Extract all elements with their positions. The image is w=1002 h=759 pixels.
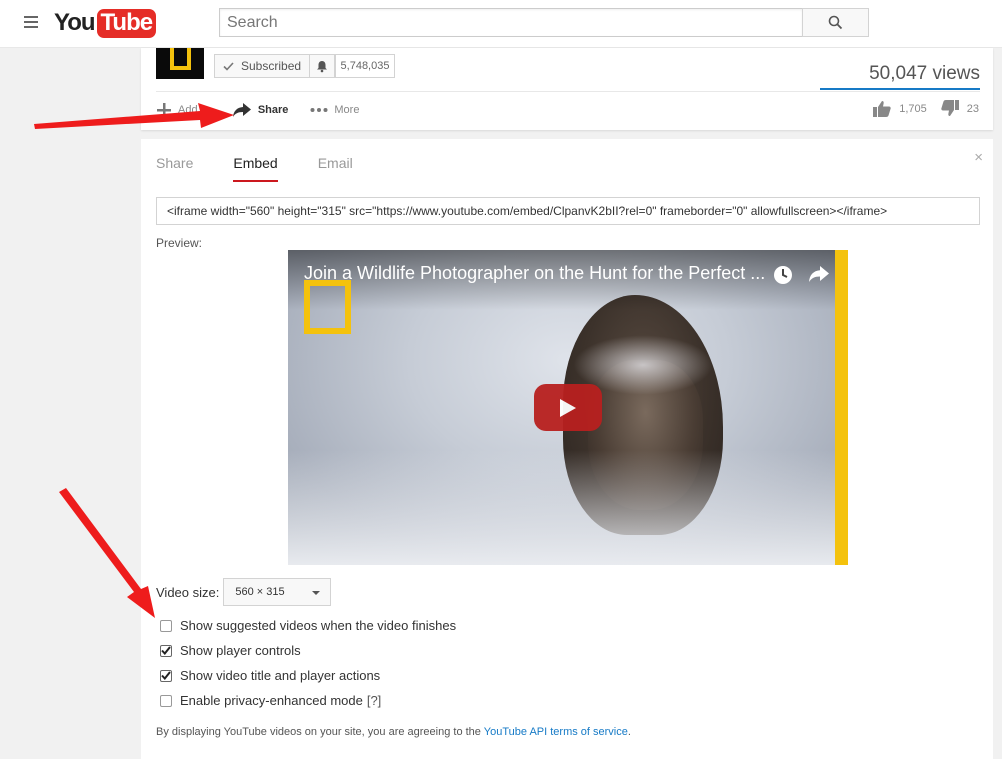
tab-embed[interactable]: Embed — [233, 155, 279, 182]
checkbox[interactable] — [160, 619, 172, 632]
search-input[interactable] — [220, 9, 802, 36]
option-label: Enable privacy-enhanced mode — [180, 693, 363, 708]
video-size-select[interactable]: 560 × 315 — [223, 578, 332, 606]
option-privacy-mode[interactable]: Enable privacy-enhanced mode [?] — [160, 693, 381, 708]
channel-avatar[interactable] — [156, 48, 204, 79]
more-button[interactable]: More — [310, 104, 359, 116]
help-link[interactable]: [?] — [367, 693, 381, 708]
dislike-count: 23 — [966, 102, 979, 115]
share-arrow-icon[interactable] — [808, 264, 830, 284]
api-terms-link[interactable]: YouTube API terms of service — [484, 726, 628, 738]
add-to-button[interactable]: Add to — [156, 102, 210, 118]
checkbox[interactable] — [160, 694, 172, 707]
checkmark-icon — [161, 646, 171, 655]
video-preview-player[interactable]: Join a Wildlife Photographer on the Hunt… — [288, 250, 848, 565]
video-size-row: Video size: 560 × 315 — [156, 578, 332, 606]
logo-text-you: You — [54, 9, 96, 36]
subscribed-button[interactable]: Subscribed — [214, 54, 310, 78]
check-icon — [223, 61, 234, 71]
checkbox[interactable] — [160, 669, 172, 682]
checkmark-icon — [161, 671, 171, 680]
embed-code-field[interactable]: <iframe width="560" height="315" src="ht… — [156, 197, 980, 225]
natgeo-border — [835, 250, 848, 565]
search-icon — [828, 15, 843, 30]
video-size-value: 560 × 315 — [235, 586, 285, 598]
search-box — [219, 8, 803, 37]
tab-email[interactable]: Email — [318, 155, 353, 182]
like-button[interactable]: 1,705 — [873, 100, 927, 117]
subscriber-count: 5,748,035 — [335, 54, 395, 78]
option-title-actions[interactable]: Show video title and player actions — [160, 668, 380, 683]
terms-text: By displaying YouTube videos on your sit… — [156, 726, 481, 738]
logo-text-tube: Tube — [96, 8, 157, 38]
option-label: Show video title and player actions — [180, 668, 381, 683]
more-label: More — [334, 104, 360, 116]
more-dots-icon — [310, 108, 328, 112]
thumbs-down-icon — [941, 100, 959, 116]
close-icon[interactable]: × — [974, 149, 983, 166]
player-title[interactable]: Join a Wildlife Photographer on the Hunt… — [304, 263, 765, 284]
notification-bell-button[interactable] — [309, 54, 335, 78]
play-icon — [560, 398, 576, 417]
chevron-down-icon — [312, 591, 321, 595]
thumbs-up-icon — [873, 101, 891, 117]
share-tabs: Share Embed Email — [156, 155, 393, 182]
natgeo-logo — [304, 280, 351, 334]
add-to-label: Add to — [178, 104, 210, 116]
watch-later-icon[interactable] — [772, 264, 794, 286]
play-button[interactable] — [534, 384, 602, 431]
video-size-label: Video size: — [156, 584, 220, 600]
terms-end: . — [627, 726, 631, 738]
action-bar: Add to Share More — [156, 100, 381, 120]
bell-icon — [317, 60, 327, 72]
option-player-controls[interactable]: Show player controls — [160, 643, 301, 658]
option-label: Show player controls — [180, 643, 301, 658]
search-button[interactable] — [802, 8, 869, 37]
menu-icon[interactable] — [24, 16, 38, 28]
sentiment-bar — [820, 88, 980, 90]
tab-share[interactable]: Share — [156, 155, 193, 182]
checkbox[interactable] — [160, 644, 172, 657]
like-count: 1,705 — [899, 102, 927, 115]
view-count: 50,047 views — [869, 63, 980, 84]
share-panel: Share Embed Email × <iframe width="560" … — [141, 139, 993, 759]
option-label: Show suggested videos when the video fin… — [180, 618, 457, 633]
share-label: Share — [257, 104, 289, 116]
divider — [156, 91, 980, 92]
video-info-card: Subscribed 5,748,035 50,047 views Add to… — [141, 48, 993, 130]
youtube-logo[interactable]: You Tube — [54, 8, 157, 38]
dislike-button[interactable]: 23 — [941, 100, 979, 117]
share-arrow-icon — [232, 103, 251, 117]
subscribed-label: Subscribed — [241, 59, 302, 73]
option-suggested-videos[interactable]: Show suggested videos when the video fin… — [160, 618, 456, 633]
like-dislike-group: 1,705 23 — [859, 100, 979, 117]
snow-fog — [288, 450, 848, 565]
preview-label: Preview: — [156, 236, 203, 250]
plus-icon — [157, 103, 171, 117]
terms-notice: By displaying YouTube videos on your sit… — [156, 726, 631, 738]
share-button[interactable]: Share — [232, 102, 289, 118]
masthead: You Tube — [0, 0, 1002, 48]
